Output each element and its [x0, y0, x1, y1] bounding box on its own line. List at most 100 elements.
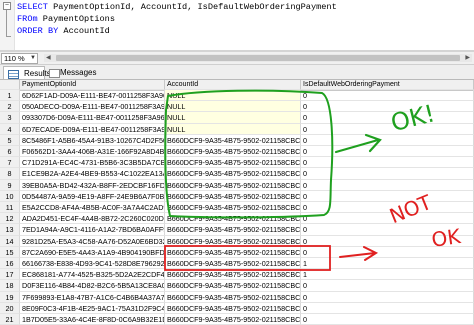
cell-accountid[interactable]: B660DCF9-9A35-4B75-9502-021158CBC67A — [165, 280, 301, 292]
cell-isdefault[interactable]: 0 — [301, 202, 474, 214]
cell-paymentoptionid[interactable]: E1CE9B2A-A2E4-4BE9-B553-4C1022EA13A8 — [20, 168, 165, 180]
row-number[interactable]: 3 — [0, 112, 20, 124]
cell-paymentoptionid[interactable]: 6D7ECADE-D09A-E111-BE47-0011258F3A96 — [20, 123, 165, 135]
cell-paymentoptionid[interactable]: 8E09F0C3-4F1B-4E25-9AC1-75A31D2F9C42 — [20, 302, 165, 314]
cell-isdefault[interactable]: 0 — [301, 123, 474, 135]
cell-accountid[interactable]: B660DCF9-9A35-4B75-9502-021158CBC67A — [165, 190, 301, 202]
cell-isdefault[interactable]: 0 — [301, 302, 474, 314]
cell-accountid[interactable]: B660DCF9-9A35-4B75-9502-021158CBC67A — [165, 213, 301, 225]
cell-isdefault[interactable]: 0 — [301, 246, 474, 258]
table-row[interactable]: 19 7F699893-E1A8-47B7-A1C6-C4B6B4A37A7F B6… — [0, 291, 474, 303]
cell-isdefault[interactable]: 0 — [301, 291, 474, 303]
cell-paymentoptionid[interactable]: 6D62F1AD-D09A-E111-BE47-0011258F3A96 — [20, 90, 165, 102]
row-number[interactable]: 7 — [0, 157, 20, 169]
cell-accountid[interactable]: B660DCF9-9A35-4B75-9502-021158CBC67A — [165, 202, 301, 214]
row-number[interactable]: 18 — [0, 280, 20, 292]
table-row[interactable]: 18 D0F3E116-4B84-4D82-B2C6-5B5A13CE8A09 B6… — [0, 280, 474, 292]
row-number[interactable]: 2 — [0, 101, 20, 113]
cell-isdefault[interactable]: 0 — [301, 213, 474, 225]
table-row[interactable]: 20 8E09F0C3-4F1B-4E25-9AC1-75A31D2F9C42 B6… — [0, 302, 474, 314]
grid-corner[interactable] — [0, 80, 20, 90]
cell-accountid[interactable]: B660DCF9-9A35-4B75-9502-021158CBC67A — [165, 157, 301, 169]
cell-accountid[interactable]: B660DCF9-9A35-4B75-9502-021158CBC67A — [165, 246, 301, 258]
row-number[interactable]: 8 — [0, 168, 20, 180]
tab-results[interactable]: Results — [3, 66, 51, 79]
cell-accountid[interactable]: B660DCF9-9A35-4B75-9502-021158CBC67A — [165, 134, 301, 146]
cell-accountid[interactable]: NULL — [165, 123, 301, 135]
table-row[interactable]: 5 8C5486F1-A5B6-45A4-91B3-10267C4D2F50 B66… — [0, 134, 474, 146]
row-number[interactable]: 11 — [0, 202, 20, 214]
table-row[interactable]: 1 6D62F1AD-D09A-E111-BE47-0011258F3A96 NUL… — [0, 90, 474, 102]
cell-isdefault[interactable]: 0 — [301, 235, 474, 247]
cell-paymentoptionid[interactable]: C71D291A-EC4C-4731-B5B6-3C3B5DA7CBF1 — [20, 157, 165, 169]
cell-isdefault[interactable]: 0 — [301, 168, 474, 180]
row-number[interactable]: 10 — [0, 190, 20, 202]
row-number[interactable]: 15 — [0, 246, 20, 258]
tab-messages[interactable]: Messages — [47, 66, 105, 79]
cell-paymentoptionid[interactable]: 0D54487A-9A59-4E19-A8FF-24E9B6A7F0BE — [20, 190, 165, 202]
cell-isdefault[interactable]: 0 — [301, 190, 474, 202]
cell-accountid[interactable]: NULL — [165, 90, 301, 102]
row-number[interactable]: 16 — [0, 258, 20, 270]
cell-accountid[interactable]: B660DCF9-9A35-4B75-9502-021158CBC67A — [165, 314, 301, 325]
table-row[interactable]: 13 7ED1A94A-A9C1-4116-A1A2-7BD6BA0AFF98 B6… — [0, 224, 474, 236]
table-row[interactable]: 2 050ADECO-D09A-E111-BE47-0011258F3A96 NUL… — [0, 101, 474, 113]
cell-paymentoptionid[interactable]: ADA2D451-EC4F-4A4B-8B72-2C260C020D0D — [20, 213, 165, 225]
table-row[interactable]: 17 EC868181-A774-4525-B325-5D2A2E2CDF49 B6… — [0, 269, 474, 281]
cell-paymentoptionid[interactable]: 66166738-E838-4D93-9C41-528D8E796292 — [20, 258, 165, 270]
cell-paymentoptionid[interactable]: 093307D6-D09A-E111-BE47-0011258F3A96 — [20, 112, 165, 124]
row-number[interactable]: 1 — [0, 90, 20, 102]
table-row[interactable]: 10 0D54487A-9A59-4E19-A8FF-24E9B6A7F0BE B6… — [0, 190, 474, 202]
scroll-left-icon[interactable]: ◀ — [46, 54, 51, 62]
cell-accountid[interactable]: B660DCF9-9A35-4B75-9502-021158CBC67A — [165, 224, 301, 236]
cell-isdefault[interactable]: 0 — [301, 157, 474, 169]
table-row[interactable]: 3 093307D6-D09A-E111-BE47-0011258F3A96 NUL… — [0, 112, 474, 124]
horizontal-scrollbar[interactable]: ◀ ▶ — [44, 54, 472, 62]
cell-accountid[interactable]: B660DCF9-9A35-4B75-9502-021158CBC67A — [165, 235, 301, 247]
cell-paymentoptionid[interactable]: EC868181-A774-4525-B325-5D2A2E2CDF49 — [20, 269, 165, 281]
row-number[interactable]: 4 — [0, 123, 20, 135]
cell-accountid[interactable]: B660DCF9-9A35-4B75-9502-021158CBC67A — [165, 179, 301, 191]
scroll-right-icon[interactable]: ▶ — [465, 54, 470, 62]
cell-paymentoptionid[interactable]: 8C5486F1-A5B6-45A4-91B3-10267C4D2F50 — [20, 134, 165, 146]
table-row[interactable]: 15 87C2A690-E5E5-4A43-A1A9-4B904190BFD9 B6… — [0, 246, 474, 258]
column-header-accountid[interactable]: AccountId — [165, 80, 301, 90]
table-row[interactable]: 16 66166738-E838-4D93-9C41-528D8E796292 B6… — [0, 258, 474, 270]
cell-isdefault[interactable]: 0 — [301, 314, 474, 325]
cell-paymentoptionid[interactable]: F06562D1-3AA4-406B-A31E-166F92A8D4BD — [20, 146, 165, 158]
cell-accountid[interactable]: NULL — [165, 101, 301, 113]
table-row[interactable]: 7 C71D291A-EC4C-4731-B5B6-3C3B5DA7CBF1 B66… — [0, 157, 474, 169]
cell-isdefault[interactable]: 1 — [301, 269, 474, 281]
cell-paymentoptionid[interactable]: 1B7D05E5-33A6-4C4E-8F8D-0C6A9B32E1D7 — [20, 314, 165, 325]
cell-accountid[interactable]: NULL — [165, 112, 301, 124]
row-number[interactable]: 21 — [0, 314, 20, 325]
cell-isdefault[interactable]: 0 — [301, 112, 474, 124]
table-row[interactable]: 21 1B7D05E5-33A6-4C4E-8F8D-0C6A9B32E1D7 B6… — [0, 314, 474, 325]
row-number[interactable]: 12 — [0, 213, 20, 225]
row-number[interactable]: 19 — [0, 291, 20, 303]
cell-isdefault[interactable]: 0 — [301, 101, 474, 113]
zoom-select[interactable]: 110 % ▼ — [1, 53, 38, 64]
cell-isdefault[interactable]: 0 — [301, 134, 474, 146]
cell-accountid[interactable]: B660DCF9-9A35-4B75-9502-021158CBC67A — [165, 269, 301, 281]
row-number[interactable]: 20 — [0, 302, 20, 314]
sql-editor[interactable]: − SELECT PaymentOptionId, AccountId, IsD… — [0, 0, 474, 50]
table-row[interactable]: 11 E5A2CCD8-AF4A-4B5B-AC0F-3A7A4C2AD9F6 B6… — [0, 202, 474, 214]
table-row[interactable]: 9 39EB0A5A-BD42-432A-B8FF-2EDCBF16FD9C B66… — [0, 179, 474, 191]
table-row[interactable]: 8 E1CE9B2A-A2E4-4BE9-B553-4C1022EA13A8 B66… — [0, 168, 474, 180]
cell-paymentoptionid[interactable]: 050ADECO-D09A-E111-BE47-0011258F3A96 — [20, 101, 165, 113]
cell-isdefault[interactable]: 0 — [301, 280, 474, 292]
cell-paymentoptionid[interactable]: 7F699893-E1A8-47B7-A1C6-C4B6B4A37A7F — [20, 291, 165, 303]
table-row[interactable]: 12 ADA2D451-EC4F-4A4B-8B72-2C260C020D0D B6… — [0, 213, 474, 225]
cell-paymentoptionid[interactable]: E5A2CCD8-AF4A-4B5B-AC0F-3A7A4C2AD9F6 — [20, 202, 165, 214]
row-number[interactable]: 5 — [0, 134, 20, 146]
column-header-paymentoptionid[interactable]: PaymentOptionId — [20, 80, 165, 90]
cell-accountid[interactable]: B660DCF9-9A35-4B75-9502-021158CBC67A — [165, 168, 301, 180]
cell-paymentoptionid[interactable]: D0F3E116-4B84-4D82-B2C6-5B5A13CE8A09 — [20, 280, 165, 292]
results-grid[interactable]: PaymentOptionId AccountId IsDefaultWebOr… — [0, 80, 474, 325]
row-number[interactable]: 13 — [0, 224, 20, 236]
cell-paymentoptionid[interactable]: 9281D25A-E5A3-4C58-AA76-D52A0E6BD32E — [20, 235, 165, 247]
cell-isdefault[interactable]: 0 — [301, 90, 474, 102]
cell-accountid[interactable]: B660DCF9-9A35-4B75-9502-021158CBC67A — [165, 146, 301, 158]
row-number[interactable]: 17 — [0, 269, 20, 281]
